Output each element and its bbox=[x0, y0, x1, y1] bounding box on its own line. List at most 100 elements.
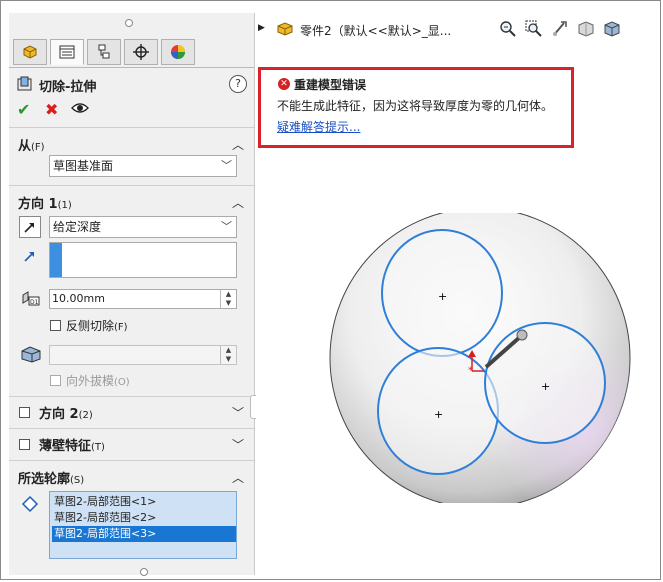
depth-dimension-icon: D1 bbox=[22, 291, 40, 306]
manager-tabs bbox=[9, 37, 254, 68]
tab-display-manager[interactable] bbox=[161, 39, 195, 65]
divider bbox=[9, 460, 254, 461]
depth-input[interactable]: 10.00mm ▲ ▼ bbox=[49, 289, 237, 309]
property-manager-panel: 切除-拉伸 ? ✔ ✖ 从(F) ︿ 草图基准面 ﹀ 方向 1(1) ︿ 给定深… bbox=[9, 13, 255, 576]
crosshair-icon bbox=[133, 44, 149, 60]
list-item[interactable]: 草图2-局部范围<3> bbox=[52, 526, 236, 542]
direction2-checkbox[interactable] bbox=[19, 407, 30, 418]
draft-angle-input[interactable]: ▲ ▼ bbox=[49, 345, 237, 365]
feature-title-row: 切除-拉伸 ? bbox=[17, 75, 247, 95]
flip-side-hotkey: (F) bbox=[114, 322, 128, 333]
error-icon: ✕ bbox=[278, 78, 290, 90]
section-selected-contours-title[interactable]: 所选轮廓(S) bbox=[18, 468, 84, 487]
rebuild-error-message: ✕ 重建模型错误 不能生成此特征，因为这将导致厚度为零的几何体。 疑难解答提示.… bbox=[258, 67, 574, 148]
thin-feature-checkbox[interactable] bbox=[19, 439, 30, 450]
arrow-up-right-icon bbox=[24, 252, 34, 262]
zoom-to-area-icon[interactable] bbox=[524, 19, 544, 39]
property-manager-icon bbox=[59, 45, 75, 59]
section-view-icon[interactable] bbox=[576, 19, 596, 39]
direction-vector-icon bbox=[19, 245, 41, 267]
draft-outward-label: 向外拔模(O) bbox=[66, 372, 130, 389]
section-thin-feature-label: 薄壁特征 bbox=[39, 439, 92, 454]
list-item[interactable]: 草图2-局部范围<2> bbox=[52, 510, 236, 526]
diamond-icon bbox=[21, 495, 39, 513]
error-message: 不能生成此特征，因为这将导致厚度为零的几何体。 bbox=[277, 99, 554, 113]
section-direction1-hotkey: (1) bbox=[57, 200, 72, 211]
section-selected-contours-hotkey: (S) bbox=[70, 475, 85, 486]
selected-contours-list[interactable]: 草图2-局部范围<1> 草图2-局部范围<2> 草图2-局部范围<3> bbox=[49, 491, 237, 559]
flip-side-checkbox[interactable] bbox=[50, 320, 61, 331]
section-thin-feature-hotkey: (T) bbox=[91, 442, 105, 453]
collapse-from-icon[interactable]: ︿ bbox=[232, 136, 244, 153]
troubleshoot-link[interactable]: 疑难解答提示... bbox=[277, 118, 360, 135]
chevron-down-icon: ﹀ bbox=[221, 220, 232, 233]
extruded-cut-icon bbox=[17, 76, 32, 91]
expand-arrow-icon[interactable]: ▶ bbox=[258, 23, 265, 33]
previous-view-icon[interactable] bbox=[550, 19, 570, 39]
divider bbox=[9, 127, 254, 128]
feature-tree-flyout[interactable]: ▶ 零件2（默认<<默认>_显... bbox=[258, 21, 508, 39]
collapse-direction1-icon[interactable]: ︿ bbox=[232, 194, 244, 211]
view-orientation-icon[interactable] bbox=[602, 19, 622, 39]
section-direction1-label: 方向 1 bbox=[18, 197, 58, 212]
chevron-down-icon: ﹀ bbox=[221, 159, 232, 172]
graphics-area[interactable]: ▶ 零件2（默认<<默认>_显... ✕ 重建模型错误 不能生成此特征，因为这将… bbox=[256, 13, 656, 575]
tab-feature-manager[interactable] bbox=[13, 39, 47, 65]
draft-icon bbox=[21, 346, 41, 363]
panel-resize-grip[interactable] bbox=[125, 19, 133, 27]
selection-box-indicator bbox=[50, 243, 62, 277]
depth-spinner[interactable]: ▲ ▼ bbox=[220, 290, 236, 308]
depth-icon: D1 bbox=[19, 287, 41, 309]
cancel-button[interactable]: ✖ bbox=[45, 101, 58, 119]
list-item[interactable]: 草图2-局部范围<1> bbox=[52, 494, 236, 510]
eye-icon bbox=[71, 103, 89, 113]
draft-outward-checkbox[interactable] bbox=[50, 375, 61, 386]
contour-icon bbox=[19, 493, 41, 515]
section-from-label: 从 bbox=[18, 139, 32, 154]
direction-selection-box[interactable] bbox=[49, 242, 237, 278]
ok-button[interactable]: ✔ bbox=[17, 101, 30, 119]
help-icon[interactable]: ? bbox=[229, 75, 247, 93]
expand-thin-feature-icon[interactable]: ﹀ bbox=[232, 436, 244, 453]
handle-knob[interactable] bbox=[516, 329, 528, 341]
collapse-selected-contours-icon[interactable]: ︿ bbox=[232, 469, 244, 486]
preview-button[interactable] bbox=[71, 101, 89, 120]
depth-value: 10.00mm bbox=[52, 292, 105, 305]
tab-configuration-manager[interactable] bbox=[87, 39, 121, 65]
draft-angle-spinner[interactable]: ▲ ▼ bbox=[220, 346, 236, 364]
draft-button[interactable] bbox=[19, 343, 43, 365]
part-icon bbox=[277, 22, 293, 36]
feature-manager-icon bbox=[23, 45, 37, 59]
part-name: 零件2（默认<<默认>_显... bbox=[300, 24, 452, 38]
section-thin-feature-title[interactable]: 薄壁特征(T) bbox=[39, 435, 105, 454]
flip-side-label: 反侧切除(F) bbox=[66, 317, 128, 334]
section-direction1-title[interactable]: 方向 1(1) bbox=[18, 193, 72, 212]
tab-dimxpert[interactable] bbox=[124, 39, 158, 65]
feature-title: 切除-拉伸 bbox=[39, 80, 97, 95]
section-from-hotkey: (F) bbox=[31, 142, 45, 153]
expand-direction2-icon[interactable]: ﹀ bbox=[232, 404, 244, 421]
divider bbox=[9, 396, 254, 397]
part-model-viewport[interactable]: + + + * bbox=[326, 213, 636, 503]
panel-bottom-grip[interactable] bbox=[140, 568, 148, 576]
zoom-to-fit-icon[interactable] bbox=[498, 19, 518, 39]
divider bbox=[9, 185, 254, 186]
center-mark-icon: + bbox=[434, 408, 443, 421]
end-condition-value: 给定深度 bbox=[53, 220, 102, 234]
origin-star-icon: * bbox=[468, 366, 473, 376]
reverse-direction-button[interactable] bbox=[19, 216, 41, 238]
from-select-value: 草图基准面 bbox=[53, 159, 114, 173]
center-mark-icon: + bbox=[438, 290, 447, 303]
draft-outward-text: 向外拔模 bbox=[66, 374, 115, 388]
end-condition-select[interactable]: 给定深度 ﹀ bbox=[49, 216, 237, 238]
center-mark-icon: + bbox=[541, 380, 550, 393]
section-selected-contours-label: 所选轮廓 bbox=[18, 472, 71, 487]
tab-property-manager[interactable] bbox=[50, 39, 84, 65]
section-direction2-label: 方向 2 bbox=[39, 407, 79, 422]
draft-outward-hotkey: (O) bbox=[114, 377, 130, 388]
from-select[interactable]: 草图基准面 ﹀ bbox=[49, 155, 237, 177]
section-direction2-title[interactable]: 方向 2(2) bbox=[39, 403, 93, 422]
section-from-title[interactable]: 从(F) bbox=[18, 135, 45, 154]
action-buttons: ✔ ✖ bbox=[17, 101, 117, 121]
svg-text:D1: D1 bbox=[30, 299, 39, 306]
